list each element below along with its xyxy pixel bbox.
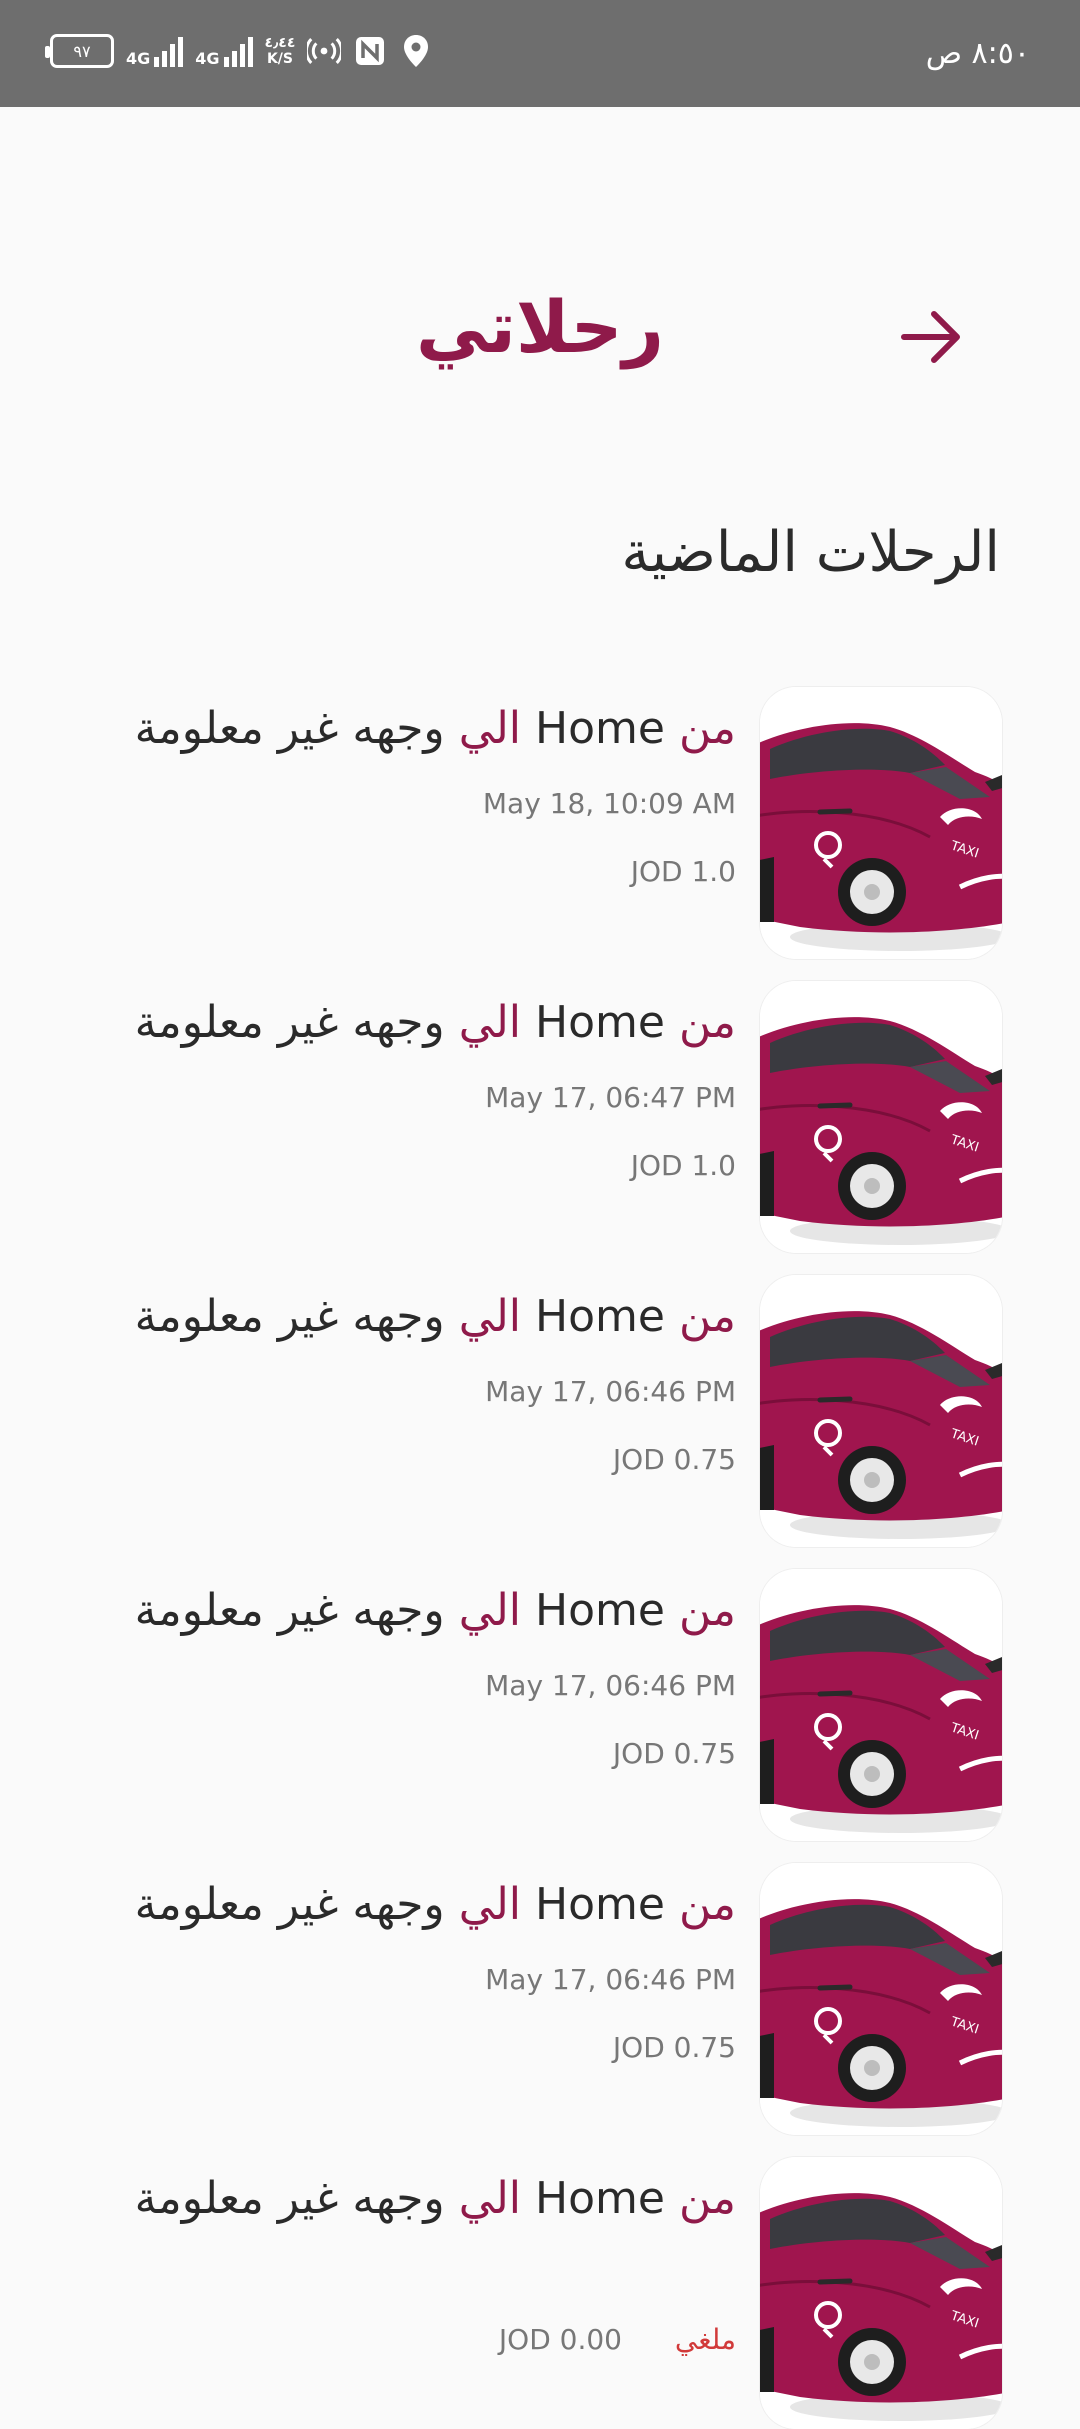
trip-date: May 17, 06:46 PM (485, 1963, 736, 1996)
network-1-label: 4G (126, 49, 151, 68)
signal-2-icon: 4G (195, 35, 253, 68)
section-title: الرحلات الماضية (621, 520, 1000, 585)
to-word: الي (458, 1585, 521, 1636)
from-word: من (678, 997, 736, 1048)
trip-item[interactable]: TAXI من Home الي وجهه غير معلومة May 17,… (72, 1863, 1002, 2135)
status-time: ٨:٥٠ ص (925, 36, 1030, 71)
trip-price: JOD 0.75 (612, 1737, 736, 1770)
trip-date: May 17, 06:46 PM (485, 1669, 736, 1702)
hotspot-icon (307, 34, 342, 68)
net-speed-unit: K/S (266, 51, 293, 67)
to-word: الي (458, 997, 521, 1048)
trip-price: JOD 1.0 (630, 1149, 736, 1182)
from-word: من (678, 1879, 736, 1930)
status-icons: ٩٧ 4G 4G ٤٫٤٤ K/S (45, 34, 433, 68)
trip-origin: Home (535, 997, 665, 1048)
to-word: الي (458, 1291, 521, 1342)
trip-item[interactable]: TAXI من Home الي وجهه غير معلومة May 17,… (72, 981, 1002, 1253)
from-word: من (678, 2173, 736, 2224)
to-word: الي (458, 2173, 521, 2224)
network-2-label: 4G (195, 49, 220, 68)
trip-route: من Home الي وجهه غير معلومة (135, 997, 736, 1048)
nfc-icon (353, 34, 387, 68)
trip-price: JOD 0.75 (612, 2031, 736, 2064)
from-word: من (678, 1585, 736, 1636)
trip-destination: وجهه غير معلومة (134, 703, 445, 754)
taxi-car-icon: TAXI (760, 2157, 1002, 2429)
trip-route: من Home الي وجهه غير معلومة (135, 2173, 736, 2224)
battery-level: ٩٧ (73, 41, 91, 61)
trip-destination: وجهه غير معلومة (134, 2173, 445, 2224)
trip-origin: Home (535, 1585, 665, 1636)
from-word: من (678, 1291, 736, 1342)
trip-destination: وجهه غير معلومة (134, 1879, 445, 1930)
trip-date: May 17, 06:47 PM (485, 1081, 736, 1114)
taxi-car-icon: TAXI (760, 1569, 1002, 1841)
taxi-car-icon: TAXI (760, 1863, 1002, 2135)
trip-route: من Home الي وجهه غير معلومة (135, 1291, 736, 1342)
trip-destination: وجهه غير معلومة (134, 1585, 445, 1636)
page-title: رحلاتي (416, 285, 664, 369)
trip-status-cancelled: ملغي (674, 2323, 736, 2356)
signal-1-icon: 4G (126, 35, 184, 68)
trip-date: May 17, 06:46 PM (485, 1375, 736, 1408)
trip-destination: وجهه غير معلومة (134, 997, 445, 1048)
net-speed: ٤٫٤٤ K/S (265, 35, 296, 67)
trip-route: من Home الي وجهه غير معلومة (135, 1879, 736, 1930)
battery-icon: ٩٧ (45, 34, 114, 68)
taxi-car-icon: TAXI (760, 1275, 1002, 1547)
trip-origin: Home (535, 1291, 665, 1342)
trip-date: May 18, 10:09 AM (482, 787, 736, 820)
net-speed-value: ٤٫٤٤ (264, 35, 296, 51)
location-icon (399, 34, 433, 68)
trip-item[interactable]: TAXI من Home الي وجهه غير معلومة May 17,… (72, 1569, 1002, 1841)
trip-origin: Home (535, 1879, 665, 1930)
to-word: الي (458, 1879, 521, 1930)
to-word: الي (458, 703, 521, 754)
trip-origin: Home (535, 703, 665, 754)
taxi-car-icon: TAXI (760, 687, 1002, 959)
trip-origin: Home (535, 2173, 665, 2224)
trip-route: من Home الي وجهه غير معلومة (135, 703, 736, 754)
trip-item[interactable]: TAXI من Home الي وجهه غير معلومة ملغي JO… (72, 2157, 1002, 2429)
trip-price: JOD 0.00 (498, 2323, 622, 2356)
trip-item[interactable]: TAXI من Home الي وجهه غير معلومة May 18,… (72, 687, 1002, 959)
from-word: من (678, 703, 736, 754)
trip-price: JOD 1.0 (630, 855, 736, 888)
trip-route: من Home الي وجهه غير معلومة (135, 1585, 736, 1636)
trip-item[interactable]: TAXI من Home الي وجهه غير معلومة May 17,… (72, 1275, 1002, 1547)
status-bar: ٩٧ 4G 4G ٤٫٤٤ K/S ٨:٥٠ ص (0, 0, 1080, 107)
trip-destination: وجهه غير معلومة (134, 1291, 445, 1342)
trip-price: JOD 0.75 (612, 1443, 736, 1476)
taxi-car-icon: TAXI (760, 981, 1002, 1253)
